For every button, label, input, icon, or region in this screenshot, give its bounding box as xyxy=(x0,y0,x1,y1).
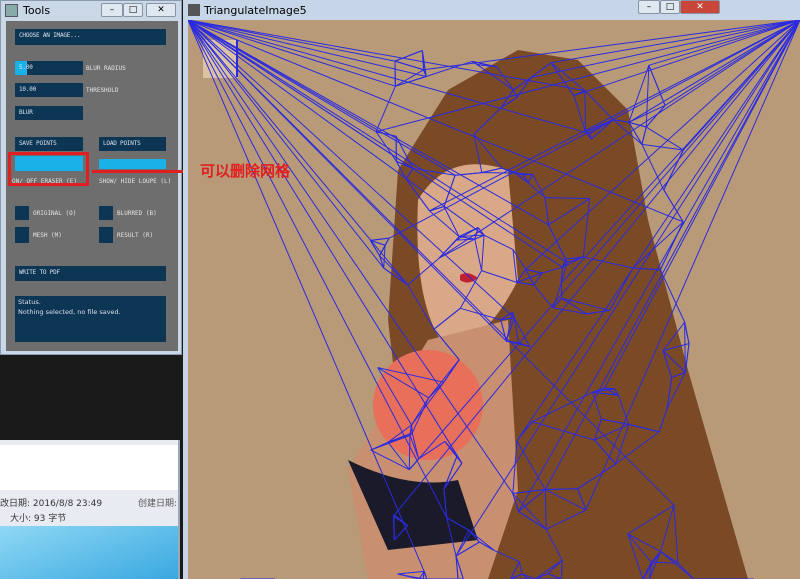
annotation-text: 可以删除网格 xyxy=(200,162,291,180)
loupe-label: SHOW/ HIDE LOUPE (L) xyxy=(99,178,172,185)
close-button[interactable]: ✕ xyxy=(146,3,176,17)
annotation-box xyxy=(8,152,89,186)
explorer-window: 改日期: 2016/8/8 23:49 创建日期: 大小: 93 字节 xyxy=(0,440,180,579)
minimize-button[interactable]: – xyxy=(638,0,660,14)
maximize-button[interactable]: □ xyxy=(660,0,680,14)
close-button[interactable]: ✕ xyxy=(680,0,720,14)
java-app-icon xyxy=(5,4,18,17)
load-points-button[interactable]: LOAD POINTS xyxy=(99,137,166,151)
threshold-label: THRESHOLD xyxy=(86,87,119,94)
mesh-label: MESH (M) xyxy=(33,232,62,239)
blurred-label: BLURRED (B) xyxy=(117,210,157,217)
desktop-wallpaper xyxy=(0,526,178,579)
original-label: ORIGINAL (O) xyxy=(33,210,77,217)
annotation-line xyxy=(92,170,192,173)
tools-panel: CHOOSE AN IMAGE... 5.00 BLUR RADIUS 10.0… xyxy=(6,21,178,351)
original-checkbox[interactable] xyxy=(15,206,29,220)
tools-window-title: Tools xyxy=(23,4,51,17)
write-pdf-button[interactable]: WRITE TO PDF xyxy=(15,266,166,281)
loupe-toggle[interactable] xyxy=(99,159,166,169)
triangulated-image-canvas[interactable] xyxy=(188,20,800,579)
status-title: Status. xyxy=(18,298,41,306)
created-date-label: 创建日期: xyxy=(138,499,178,509)
blur-button[interactable]: BLUR xyxy=(15,106,83,120)
status-text: Nothing selected, no file saved. xyxy=(18,308,121,316)
mesh-checkbox[interactable] xyxy=(15,227,29,243)
choose-image-button[interactable]: CHOOSE AN IMAGE... xyxy=(15,29,166,45)
status-box: Status. Nothing selected, no file saved. xyxy=(15,296,166,342)
maximize-button[interactable]: □ xyxy=(123,3,143,17)
save-points-button[interactable]: SAVE POINTS xyxy=(15,137,83,151)
app-icon xyxy=(188,4,200,16)
file-size: 大小: 93 字节 xyxy=(10,514,67,524)
blurred-checkbox[interactable] xyxy=(99,206,113,220)
explorer-content xyxy=(0,445,178,490)
modified-date: 改日期: 2016/8/8 23:49 xyxy=(0,499,103,509)
main-window-title: TriangulateImage5 xyxy=(204,4,307,17)
blur-radius-slider[interactable]: 5.00 xyxy=(15,61,83,75)
minimize-button[interactable]: – xyxy=(101,3,123,17)
mesh-image xyxy=(188,20,800,579)
triangulate-window: TriangulateImage5 – □ ✕ xyxy=(183,0,800,579)
result-checkbox[interactable] xyxy=(99,227,113,243)
blur-radius-label: BLUR RADIUS xyxy=(86,65,126,72)
result-label: RESULT (R) xyxy=(117,232,154,239)
threshold-slider[interactable]: 10.00 xyxy=(15,83,83,97)
